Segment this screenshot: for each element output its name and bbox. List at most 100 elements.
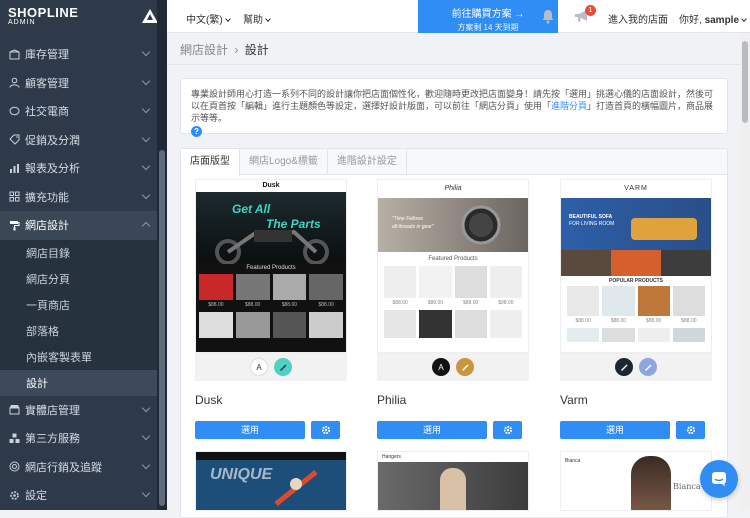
preview-products-2 (196, 310, 346, 340)
gear-icon (503, 425, 512, 435)
preview-prices: $88.00 $88.00 $88.00 $88.00 (392, 300, 514, 306)
theme-settings-button[interactable] (311, 421, 340, 439)
main-scroll-thumb[interactable] (742, 41, 748, 123)
swatch-bar (560, 353, 712, 381)
brand-sub: ADMIN (8, 19, 36, 26)
subnav-design[interactable]: 設計 (0, 369, 157, 396)
theme-preview-dusk[interactable]: Dusk Get All The Parts Featured Products… (195, 179, 347, 353)
sidebar-menu: 庫存管理 顧客管理 社交電商 促銷及分潤 報表及分析 擴充功能 網店設計 網店目… (0, 40, 157, 510)
color-swatch-navy[interactable] (615, 358, 633, 376)
preview-header: Hangers (382, 454, 401, 460)
sidebar-item-social[interactable]: 社交電商 (0, 97, 157, 126)
sidebar-item-label: 社交電商 (25, 106, 69, 119)
design-info-box: 專業設計師用心打造一系列不同的設計讓你把店面個性化，歡迎隨時更改把店面變身！請先… (180, 78, 728, 137)
sidebar-scroll-thumb[interactable] (159, 150, 165, 506)
sidebar-item-label: 促銷及分潤 (25, 134, 80, 147)
collapse-triangle-icon[interactable] (142, 9, 158, 23)
chevron-down-icon (141, 47, 151, 57)
subnav-pages[interactable]: 網店分頁 (0, 265, 157, 292)
swatch-bar: A (377, 353, 529, 381)
tab-store-templates[interactable]: 店面版型 (181, 149, 240, 176)
sidebar-item-label: 網店設計 (25, 220, 69, 233)
sidebar-item-inventory[interactable]: 庫存管理 (0, 40, 157, 69)
font-style-icon[interactable]: A (250, 358, 268, 376)
theme-name: Dusk (195, 393, 223, 407)
sidebar-item-retail[interactable]: 實體店管理 (0, 396, 157, 425)
preview-banner: BEAUTIFUL SOFA FOR LIVING ROOM (561, 198, 711, 250)
subnav-blog[interactable]: 部落格 (0, 317, 157, 344)
sidebar-item-extensions[interactable]: 擴充功能 (0, 183, 157, 212)
live-chat-button[interactable] (700, 460, 738, 498)
color-swatch-black[interactable]: A (432, 358, 450, 376)
theme-preview-row2-2[interactable]: Hangers (377, 451, 529, 511)
theme-name: Varm (560, 393, 588, 407)
sidebar-item-customers[interactable]: 顧客管理 (0, 69, 157, 98)
color-swatch-blue[interactable] (639, 358, 657, 376)
sidebar-item-label: 擴充功能 (25, 191, 69, 204)
theme-preview-philia[interactable]: Philia "Time Fellows all threads in gear… (377, 179, 529, 353)
chevron-down-icon (141, 190, 151, 199)
theme-preview-varm[interactable]: VARM BEAUTIFUL SOFA FOR LIVING ROOM POPU… (560, 179, 712, 353)
main-scrollbar[interactable] (740, 33, 750, 510)
language-dropdown[interactable]: 中文(繁) (186, 11, 231, 26)
apply-button[interactable]: 選用 (195, 421, 305, 439)
preview-products (561, 286, 711, 316)
breadcrumb-parent[interactable]: 網店設計 (180, 43, 228, 57)
apply-button[interactable]: 選用 (377, 421, 487, 439)
chevron-down-icon (741, 16, 747, 22)
upgrade-plan-button[interactable]: 前往購買方案 → 方案剩 14 天到期 (418, 0, 558, 33)
sidebar-item-third-party[interactable]: 第三方服務 (0, 424, 157, 453)
design-panel: 店面版型 網店Logo&標籤 進階設計設定 Dusk Get All The P… (180, 148, 728, 518)
subnav-embedded-form[interactable]: 內嵌客製表單 (0, 343, 157, 370)
tab-advanced-settings[interactable]: 進階設計設定 (328, 149, 407, 174)
advanced-pages-link[interactable]: 進階分頁 (551, 101, 587, 111)
shopline-logo[interactable]: SHOPLINE ADMIN (0, 0, 158, 32)
sidebar-item-label: 報表及分析 (25, 163, 80, 176)
chevron-down-icon (224, 16, 231, 22)
sidebar-item-marketing[interactable]: 網店行銷及追蹤 (0, 453, 157, 482)
bell-icon[interactable] (541, 9, 555, 27)
tab-logo-labels[interactable]: 網店Logo&標籤 (240, 149, 328, 174)
enter-store-link[interactable]: 進入我的店面 (608, 11, 668, 26)
sidebar-item-reports[interactable]: 報表及分析 (0, 154, 157, 183)
theme-preview-row2-3[interactable]: Bianca Bianca (560, 451, 712, 511)
breadcrumb: 網店設計 › 設計 (180, 41, 269, 58)
user-name: sample (704, 15, 740, 26)
notification-badge: 1 (585, 5, 596, 16)
sidebar-item-settings[interactable]: 設定 (0, 481, 157, 510)
user-menu[interactable]: 你好, sample (679, 11, 747, 26)
help-question-icon[interactable]: ? (191, 126, 202, 137)
language-label: 中文(繁) (186, 15, 223, 26)
chevron-up-icon (141, 221, 151, 231)
hello-prefix: 你好, (679, 15, 705, 26)
cubes-icon (8, 432, 20, 444)
box-icon (8, 48, 20, 60)
apply-button[interactable]: 選用 (560, 421, 670, 439)
chevron-down-icon (265, 16, 271, 22)
store-icon (8, 404, 20, 416)
subnav-one-page-store[interactable]: 一頁商店 (0, 291, 157, 318)
sidebar-scrollbar[interactable] (157, 0, 167, 510)
megaphone-icon[interactable]: 1 (574, 5, 596, 26)
theme-name: Philia (377, 393, 407, 407)
color-swatch-gold[interactable] (456, 358, 474, 376)
help-dropdown[interactable]: 幫助 (243, 11, 271, 26)
help-label: 幫助 (243, 15, 263, 26)
bar-chart-icon (8, 162, 20, 174)
sidebar-item-promotions[interactable]: 促銷及分潤 (0, 126, 157, 155)
preview-banner-text: "Time Fellows (392, 216, 424, 222)
top-bar: 中文(繁) 幫助 前往購買方案 → 方案剩 14 天到期 1 進入我的店面 你好… (167, 0, 750, 33)
chevron-down-icon (141, 76, 151, 85)
subnav-catalog[interactable]: 網店目錄 (0, 239, 157, 266)
theme-settings-button[interactable] (676, 421, 705, 439)
preview-products (378, 266, 528, 298)
theme-preview-row2-1[interactable]: UNIQUE (195, 451, 347, 511)
breadcrumb-sep: › (234, 43, 239, 57)
preview-hero: Get All The Parts (196, 192, 346, 264)
sidebar-item-store-design[interactable]: 網店設計 (0, 211, 157, 240)
theme-settings-button[interactable] (493, 421, 522, 439)
chevron-down-icon (141, 104, 151, 114)
preview-hero-text: Get All (232, 202, 271, 216)
preview-banner-text-2: all threads in gear" (392, 224, 434, 230)
color-swatch-teal[interactable] (274, 358, 292, 376)
